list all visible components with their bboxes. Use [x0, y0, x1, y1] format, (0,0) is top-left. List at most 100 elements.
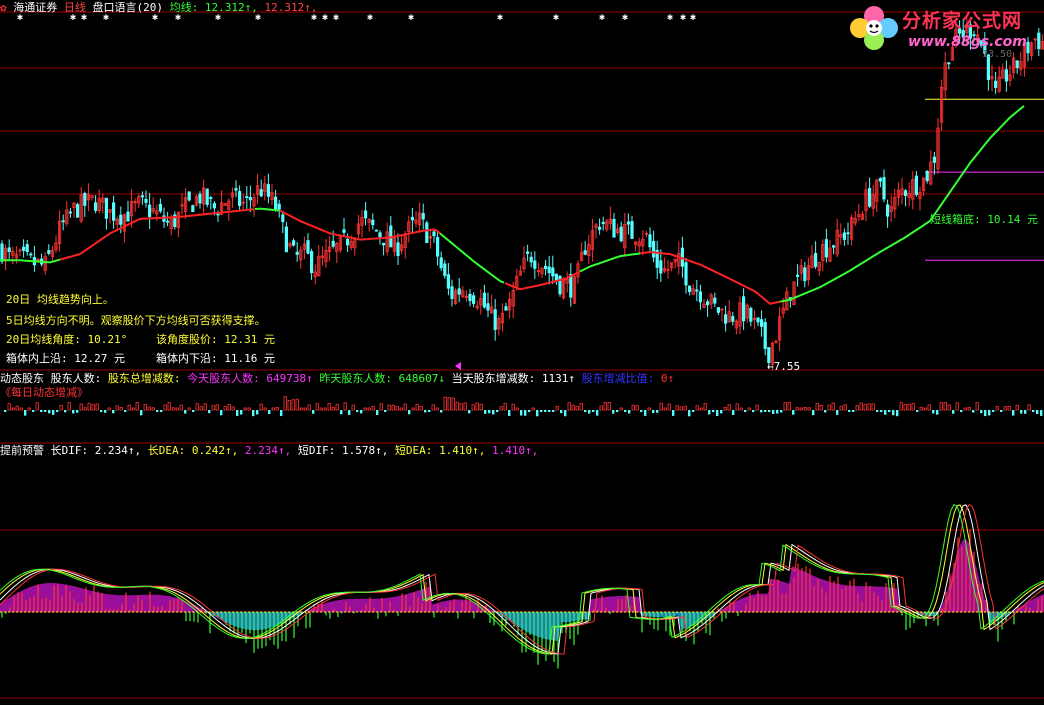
candle-body	[381, 242, 386, 246]
holder-panel-subtitle: 《每日动态增减》	[0, 386, 88, 399]
candle-body	[61, 220, 65, 223]
candle-body	[878, 178, 883, 182]
holder-bar-down	[1040, 410, 1043, 416]
candle-body	[716, 307, 721, 313]
yesterday-holders-value: 648607↓	[398, 372, 445, 385]
holder-bar-up	[199, 406, 203, 411]
candle-body	[83, 192, 87, 206]
candle-body	[749, 307, 753, 322]
holder-bar-down	[616, 410, 619, 412]
holder-bar-down	[656, 410, 659, 413]
candle-body	[569, 274, 573, 298]
holder-bar-down	[640, 410, 643, 412]
candle-body	[277, 203, 281, 210]
holder-bar-down	[48, 410, 51, 414]
holder-bar-up	[727, 404, 731, 411]
holder-bar-up	[171, 407, 175, 411]
angle-price-label: 该角度股价: 12.31 元	[156, 333, 275, 346]
holder-bar-up	[815, 402, 819, 411]
candle-body	[309, 251, 314, 274]
holder-bar-up	[679, 406, 683, 411]
candle-body	[882, 177, 886, 200]
candle-body	[756, 317, 760, 323]
candle-body	[1015, 60, 1019, 69]
flower-logo-icon	[850, 6, 898, 50]
holder-bar-up	[147, 406, 151, 411]
holder-bar-down	[884, 410, 887, 415]
holder-bar-up	[799, 407, 803, 411]
holder-bar-down	[708, 410, 711, 415]
holder-bar-down	[112, 410, 115, 414]
candle-body	[191, 205, 195, 213]
holder-bar-up	[1007, 405, 1011, 411]
indicator-name[interactable]: 盘口语言(20)	[93, 1, 164, 14]
holder-bar-up	[787, 402, 791, 411]
macd-panel-name[interactable]: 提前预警	[0, 444, 44, 457]
holder-bar-down	[236, 410, 239, 417]
holder-bar-down	[52, 410, 55, 415]
holder-bar-up	[303, 407, 307, 411]
holder-bar-down	[988, 410, 991, 416]
holder-bar-down	[384, 410, 387, 412]
candle-body	[724, 314, 728, 324]
candle-body	[688, 285, 692, 293]
candle-body	[706, 301, 710, 306]
yesterday-holders-label: 昨天股东人数:	[319, 372, 392, 385]
holder-bar-up	[431, 404, 435, 411]
signal-dot: ✱	[333, 12, 339, 23]
holder-bar-up	[871, 403, 875, 411]
long-dif-label: 长DIF:	[50, 444, 89, 457]
holder-bar-down	[348, 410, 351, 415]
holder-bar-up	[663, 407, 667, 411]
holders-label: 股东人数:	[50, 372, 102, 385]
holder-bar-up	[151, 407, 155, 411]
candle-body	[446, 274, 451, 289]
candle-body	[684, 262, 688, 286]
holder-bar-down	[984, 410, 987, 417]
chart-header: ✿ 海通证券 日线 盘口语言(20) 均线: 12.312↑, 12.312↑,	[0, 1, 317, 14]
candle-body	[824, 239, 829, 258]
candle-body	[245, 196, 249, 198]
holder-bar-up	[79, 403, 83, 411]
candle-body	[760, 319, 764, 327]
holder-bar-down	[732, 410, 735, 415]
candle-body	[695, 289, 699, 292]
holder-bar-up	[115, 405, 119, 411]
holder-bar-up	[955, 402, 959, 411]
holder-bar-up	[351, 404, 355, 411]
candle-body	[345, 238, 350, 246]
holder-bar-up	[975, 402, 979, 411]
candle-body	[144, 198, 148, 203]
holder-bar-down	[560, 410, 563, 414]
candle-body	[94, 202, 98, 211]
holder-panel-name[interactable]: 动态股东	[0, 372, 44, 385]
day-change-value: 1131↑	[541, 372, 575, 385]
holder-bar-down	[268, 410, 271, 415]
holder-bar-up	[291, 399, 295, 411]
holder-bar-down	[772, 410, 775, 414]
holder-bar-up	[399, 407, 403, 411]
candle-body	[234, 188, 238, 191]
period-label[interactable]: 日线	[64, 1, 86, 14]
watermark-hidden-label: 13.50	[982, 49, 1013, 60]
candle-body	[212, 203, 216, 209]
holder-bar-up	[863, 404, 867, 411]
holder-bar-down	[916, 410, 919, 412]
holder-bar-down	[588, 410, 591, 414]
long-dif-value: 2.234↑,	[94, 444, 142, 457]
candle-body	[598, 226, 602, 230]
candle-body	[763, 322, 767, 349]
site-watermark: 分析家公式网 www.88gs.com 13.50	[846, 2, 1042, 60]
holder-bar-up	[755, 404, 759, 411]
holder-bar-down	[768, 410, 771, 412]
candle-body	[187, 191, 191, 201]
holder-panel-header: 动态股东 股东人数: 股东总增减数: 今天股东人数: 649738↑ 昨天股东人…	[0, 372, 674, 385]
holder-bar-up	[911, 402, 915, 411]
short-dif-value: 1.578↑,	[341, 444, 389, 457]
low-price-label: ←7.55	[767, 360, 801, 373]
holder-bar-down	[540, 410, 543, 412]
angle-label: 20日均线角度: 10.21°	[6, 333, 128, 346]
holder-bar-up	[135, 402, 139, 411]
holder-bar-down	[760, 410, 763, 413]
holder-bar-up	[867, 403, 871, 411]
